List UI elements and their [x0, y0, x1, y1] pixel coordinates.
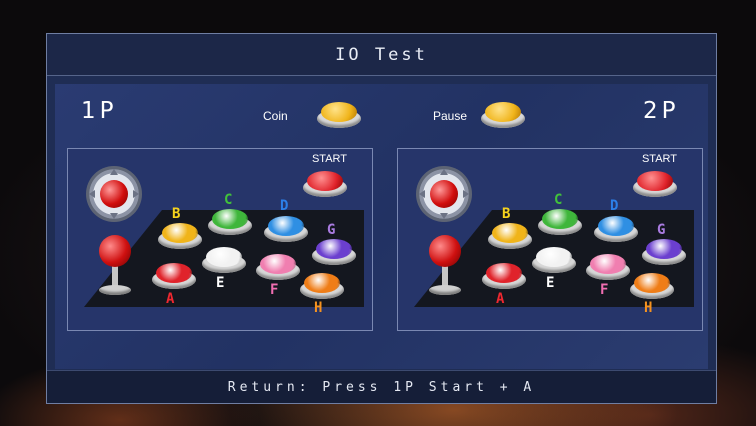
button-label-e: E — [546, 275, 555, 291]
pause-button-icon — [481, 102, 525, 128]
footer-bar: Return: Press 1P Start + A — [47, 370, 716, 403]
button-label-d: D — [280, 198, 289, 214]
return-instruction: Return: Press 1P Start + A — [227, 379, 536, 395]
button-b-icon — [488, 223, 532, 249]
button-label-f: F — [600, 282, 609, 298]
button-f-icon — [256, 254, 300, 280]
button-label-c: C — [554, 192, 563, 208]
start-label: START — [641, 153, 677, 165]
title-bar: IO Test — [47, 34, 716, 76]
button-h-icon — [630, 273, 674, 299]
button-b-icon — [158, 223, 202, 249]
button-d-icon — [264, 216, 308, 242]
dpad-icon — [86, 166, 142, 222]
button-e-icon — [202, 247, 246, 273]
pause-label: Pause — [433, 109, 468, 123]
start-label: START — [311, 153, 347, 165]
button-label-b: B — [172, 206, 181, 222]
button-label-h: H — [644, 300, 653, 316]
button-label-a: A — [166, 291, 175, 307]
start-button-icon — [303, 171, 347, 197]
dpad-icon — [416, 166, 472, 222]
button-f-icon — [586, 254, 630, 280]
button-a-icon — [152, 263, 196, 289]
player-1-label: 1P — [81, 98, 118, 124]
button-label-c: C — [224, 192, 233, 208]
player-2-control-panel: START B C D G A E F H — [397, 148, 703, 331]
button-c-icon — [538, 209, 582, 235]
button-label-f: F — [270, 282, 279, 298]
coin-label: Coin — [263, 109, 288, 123]
page-title: IO Test — [335, 44, 428, 65]
button-label-h: H — [314, 300, 323, 316]
button-a-icon — [482, 263, 526, 289]
button-label-a: A — [496, 291, 505, 307]
joystick-icon — [425, 235, 465, 297]
button-h-icon — [300, 273, 344, 299]
coin-button-icon — [317, 102, 361, 128]
player-2-label: 2P — [643, 98, 680, 124]
button-g-icon — [642, 239, 686, 265]
button-label-d: D — [610, 198, 619, 214]
button-d-icon — [594, 216, 638, 242]
button-label-g: G — [327, 222, 336, 238]
joystick-icon — [95, 235, 135, 297]
player-1-control-panel: START B C D G A E F H — [67, 148, 373, 331]
button-g-icon — [312, 239, 356, 265]
start-button-icon — [633, 171, 677, 197]
button-label-b: B — [502, 206, 511, 222]
button-label-e: E — [216, 275, 225, 291]
io-test-window: IO Test 1P Coin Pause 2P START B C D G A… — [46, 33, 717, 404]
test-content-area: 1P Coin Pause 2P START B C D G A E F H S… — [55, 84, 708, 369]
button-c-icon — [208, 209, 252, 235]
button-label-g: G — [657, 222, 666, 238]
button-e-icon — [532, 247, 576, 273]
